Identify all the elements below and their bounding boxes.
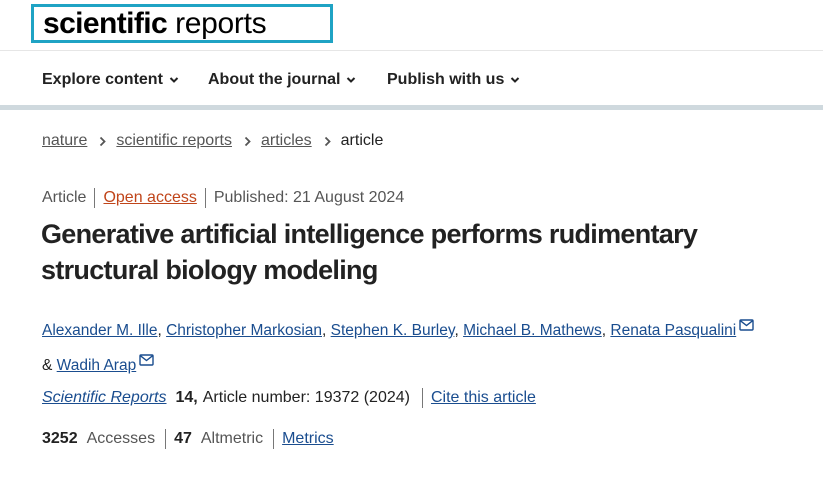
author-link[interactable]: Wadih Arap: [57, 357, 137, 374]
author-list: Alexander M. Ille, Christopher Markosian…: [42, 311, 802, 381]
chevron-right-icon: [99, 136, 107, 147]
nav-about-journal-label: About the journal: [208, 71, 341, 88]
breadcrumb-articles[interactable]: articles: [261, 132, 312, 150]
breadcrumb-nature[interactable]: nature: [42, 132, 87, 150]
main-navigation: Explore content About the journal Publis…: [0, 51, 823, 107]
nav-publish-with-us[interactable]: Publish with us: [387, 71, 520, 89]
journal-logo[interactable]: scientific reports: [31, 4, 333, 43]
logo-text-bold: scientific: [43, 6, 168, 40]
mail-icon[interactable]: [739, 311, 754, 342]
cite-this-article-link[interactable]: Cite this article: [431, 389, 536, 407]
chevron-down-icon: [511, 77, 520, 83]
author-last-separator: &: [42, 357, 53, 374]
citation-divider: [421, 388, 423, 408]
meta-divider: [204, 188, 206, 208]
metrics-link[interactable]: Metrics: [282, 430, 334, 448]
author-separator: ,: [157, 322, 162, 339]
article-type: Article: [42, 189, 87, 206]
chevron-right-icon: [324, 136, 331, 147]
citation-row: Scientific Reports 14, Article number: 1…: [42, 388, 536, 408]
logo-text-light: reports: [175, 6, 267, 40]
mail-icon[interactable]: [139, 346, 154, 377]
article-title: Generative artificial intelligence perfo…: [41, 219, 698, 285]
article-number: Article number: 19372 (2024): [202, 389, 410, 406]
chevron-right-icon: [244, 136, 251, 147]
author-link[interactable]: Stephen K. Burley: [331, 322, 455, 339]
author-link[interactable]: Christopher Markosian: [166, 322, 322, 339]
author-link[interactable]: Renata Pasqualini: [610, 322, 736, 339]
journal-name-link[interactable]: Scientific Reports: [42, 389, 167, 407]
nav-explore-content-label: Explore content: [42, 71, 163, 88]
site-header: scientific reports: [0, 0, 823, 51]
breadcrumb-current: article: [340, 132, 384, 149]
open-access-link[interactable]: Open access: [103, 189, 196, 207]
nav-about-journal[interactable]: About the journal: [208, 71, 356, 89]
published-date: Published: 21 August 2024: [213, 189, 405, 206]
breadcrumb-scientific-reports[interactable]: scientific reports: [116, 132, 232, 150]
nav-divider: [0, 105, 823, 110]
author-link[interactable]: Michael B. Mathews: [463, 322, 602, 339]
chevron-down-icon: [169, 77, 179, 83]
accesses-count: 3252: [42, 430, 78, 447]
author-link[interactable]: Alexander M. Ille: [42, 322, 157, 339]
nav-explore-content[interactable]: Explore content: [42, 71, 179, 89]
volume: 14,: [175, 389, 198, 406]
nav-publish-with-us-label: Publish with us: [387, 71, 505, 88]
meta-divider: [94, 188, 96, 208]
author-separator: ,: [601, 322, 607, 339]
altmetric-label: Altmetric: [200, 430, 264, 447]
accesses-label: Accesses: [86, 430, 156, 447]
chevron-down-icon: [347, 77, 356, 83]
metrics-divider: [165, 429, 167, 449]
metrics-divider: [273, 429, 275, 449]
altmetric-score: 47: [174, 430, 192, 447]
author-separator: ,: [322, 322, 327, 339]
breadcrumb: nature scientific reports articles artic…: [42, 132, 383, 150]
article-meta: Article Open access Published: 21 August…: [42, 188, 404, 208]
author-separator: ,: [454, 322, 459, 339]
metrics-row: 3252 Accesses 47 Altmetric Metrics: [42, 429, 334, 449]
